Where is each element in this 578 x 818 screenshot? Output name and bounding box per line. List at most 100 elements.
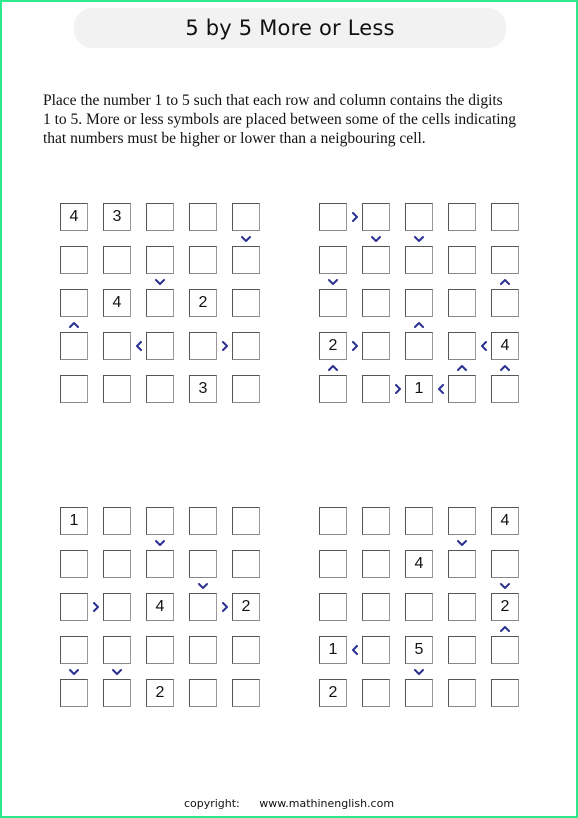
empty-cell[interactable] [146, 246, 174, 274]
empty-cell[interactable] [362, 679, 390, 707]
given-cell: 3 [103, 203, 131, 231]
website-link[interactable]: www.mathinenglish.com [259, 797, 394, 810]
empty-cell[interactable] [103, 332, 131, 360]
empty-cell[interactable] [103, 375, 131, 403]
empty-cell[interactable] [362, 636, 390, 664]
empty-cell[interactable] [491, 289, 519, 317]
empty-cell[interactable] [362, 332, 390, 360]
empty-cell[interactable] [405, 289, 433, 317]
empty-cell[interactable] [491, 375, 519, 403]
empty-cell[interactable] [60, 550, 88, 578]
empty-cell[interactable] [405, 246, 433, 274]
empty-cell[interactable] [448, 679, 476, 707]
instructions-line: that numbers must be higher or lower tha… [43, 130, 426, 147]
empty-cell[interactable] [103, 679, 131, 707]
empty-cell[interactable] [146, 550, 174, 578]
chevron-down-icon [112, 667, 122, 677]
empty-cell[interactable] [319, 289, 347, 317]
empty-cell[interactable] [232, 203, 260, 231]
empty-cell[interactable] [146, 507, 174, 535]
instructions: Place the number 1 to 5 such that each r… [43, 91, 543, 148]
empty-cell[interactable] [319, 375, 347, 403]
empty-cell[interactable] [60, 375, 88, 403]
empty-cell[interactable] [189, 550, 217, 578]
empty-cell[interactable] [362, 375, 390, 403]
empty-cell[interactable] [405, 507, 433, 535]
empty-cell[interactable] [491, 636, 519, 664]
empty-cell[interactable] [362, 246, 390, 274]
empty-cell[interactable] [491, 203, 519, 231]
empty-cell[interactable] [448, 593, 476, 621]
empty-cell[interactable] [189, 636, 217, 664]
empty-cell[interactable] [448, 636, 476, 664]
less-than-icon [436, 384, 446, 394]
empty-cell[interactable] [362, 289, 390, 317]
empty-cell[interactable] [448, 550, 476, 578]
empty-cell[interactable] [60, 679, 88, 707]
empty-cell[interactable] [405, 593, 433, 621]
less-than-icon [479, 341, 489, 351]
empty-cell[interactable] [103, 593, 131, 621]
empty-cell[interactable] [232, 332, 260, 360]
empty-cell[interactable] [448, 375, 476, 403]
empty-cell[interactable] [448, 507, 476, 535]
empty-cell[interactable] [362, 550, 390, 578]
puzzle-bottom-left: 1 4 2 2 [60, 507, 270, 717]
empty-cell[interactable] [232, 375, 260, 403]
empty-cell[interactable] [448, 246, 476, 274]
empty-cell[interactable] [405, 679, 433, 707]
given-cell: 2 [319, 332, 347, 360]
empty-cell[interactable] [189, 507, 217, 535]
empty-cell[interactable] [103, 550, 131, 578]
empty-cell[interactable] [60, 289, 88, 317]
empty-cell[interactable] [189, 593, 217, 621]
greater-than-icon [220, 602, 230, 612]
empty-cell[interactable] [405, 332, 433, 360]
empty-cell[interactable] [232, 246, 260, 274]
empty-cell[interactable] [232, 507, 260, 535]
chevron-down-icon [155, 277, 165, 287]
empty-cell[interactable] [60, 332, 88, 360]
empty-cell[interactable] [319, 550, 347, 578]
empty-cell[interactable] [103, 246, 131, 274]
empty-cell[interactable] [232, 636, 260, 664]
empty-cell[interactable] [448, 332, 476, 360]
empty-cell[interactable] [491, 246, 519, 274]
empty-cell[interactable] [189, 679, 217, 707]
empty-cell[interactable] [491, 550, 519, 578]
empty-cell[interactable] [319, 203, 347, 231]
empty-cell[interactable] [146, 332, 174, 360]
empty-cell[interactable] [60, 246, 88, 274]
empty-cell[interactable] [232, 550, 260, 578]
empty-cell[interactable] [232, 679, 260, 707]
empty-cell[interactable] [146, 289, 174, 317]
empty-cell[interactable] [189, 203, 217, 231]
chevron-down-icon [198, 581, 208, 591]
empty-cell[interactable] [189, 332, 217, 360]
empty-cell[interactable] [362, 203, 390, 231]
empty-cell[interactable] [362, 593, 390, 621]
chevron-up-icon [69, 320, 79, 330]
empty-cell[interactable] [232, 289, 260, 317]
empty-cell[interactable] [146, 375, 174, 403]
empty-cell[interactable] [60, 636, 88, 664]
empty-cell[interactable] [491, 679, 519, 707]
empty-cell[interactable] [146, 203, 174, 231]
empty-cell[interactable] [60, 593, 88, 621]
copyright-label: copyright: [183, 797, 240, 810]
empty-cell[interactable] [405, 203, 433, 231]
empty-cell[interactable] [103, 636, 131, 664]
chevron-up-icon [328, 363, 338, 373]
empty-cell[interactable] [146, 636, 174, 664]
empty-cell[interactable] [319, 246, 347, 274]
given-cell: 2 [491, 593, 519, 621]
empty-cell[interactable] [362, 507, 390, 535]
empty-cell[interactable] [189, 246, 217, 274]
given-cell: 1 [60, 507, 88, 535]
empty-cell[interactable] [448, 289, 476, 317]
empty-cell[interactable] [319, 593, 347, 621]
chevron-up-icon [500, 277, 510, 287]
empty-cell[interactable] [319, 507, 347, 535]
empty-cell[interactable] [448, 203, 476, 231]
empty-cell[interactable] [103, 507, 131, 535]
